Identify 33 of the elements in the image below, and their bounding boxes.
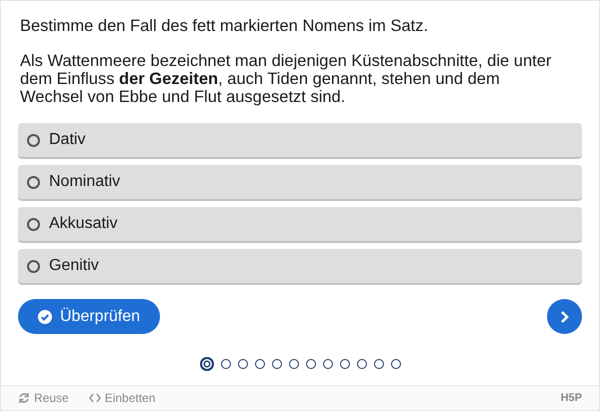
page-dot[interactable] [390,359,400,369]
page-dot[interactable] [322,359,332,369]
option-label: Dativ [49,131,86,149]
page-dot[interactable] [200,357,214,371]
answer-option[interactable]: Nominativ [18,165,582,199]
page-dot[interactable] [306,359,316,369]
answer-option[interactable]: Dativ [18,123,582,157]
sentence-text: Als Wattenmeere bezeichnet man diejenigen Küstenabschnitte, die unter dem Einfluss der Gezeiten, auch Tiden genannt, stehen und dem Wechsel von Ebbe und Flut ausgesetzt sind. [20,52,552,106]
page-dot[interactable] [272,359,282,369]
task-text: Bestimme den Fall des fett markierten Nomens im Satz. [20,17,430,35]
page-dot[interactable] [238,359,248,369]
page-dot[interactable] [288,359,298,369]
page-dot[interactable] [220,359,230,369]
logo-text: H5P [560,392,582,404]
page-dot[interactable] [356,359,366,369]
radio-icon [27,176,40,188]
page-dot[interactable] [254,359,264,369]
answer-option[interactable]: Akkusativ [18,207,582,241]
radio-icon [27,218,40,230]
code-icon [88,393,101,403]
page-dot[interactable] [374,359,384,369]
option-label: Genitiv [49,257,99,275]
radio-icon [27,260,40,272]
check-button[interactable]: Überprüfen [18,299,160,334]
page-dot[interactable] [340,359,350,369]
answer-option[interactable]: Genitiv [18,249,582,283]
check-circle-icon [38,310,52,324]
option-label: Akkusativ [49,215,118,233]
next-button[interactable] [547,299,582,334]
refresh-icon [18,392,30,404]
radio-icon [27,134,40,146]
option-label: Nominativ [49,173,120,191]
chevron-right-icon [558,310,570,324]
